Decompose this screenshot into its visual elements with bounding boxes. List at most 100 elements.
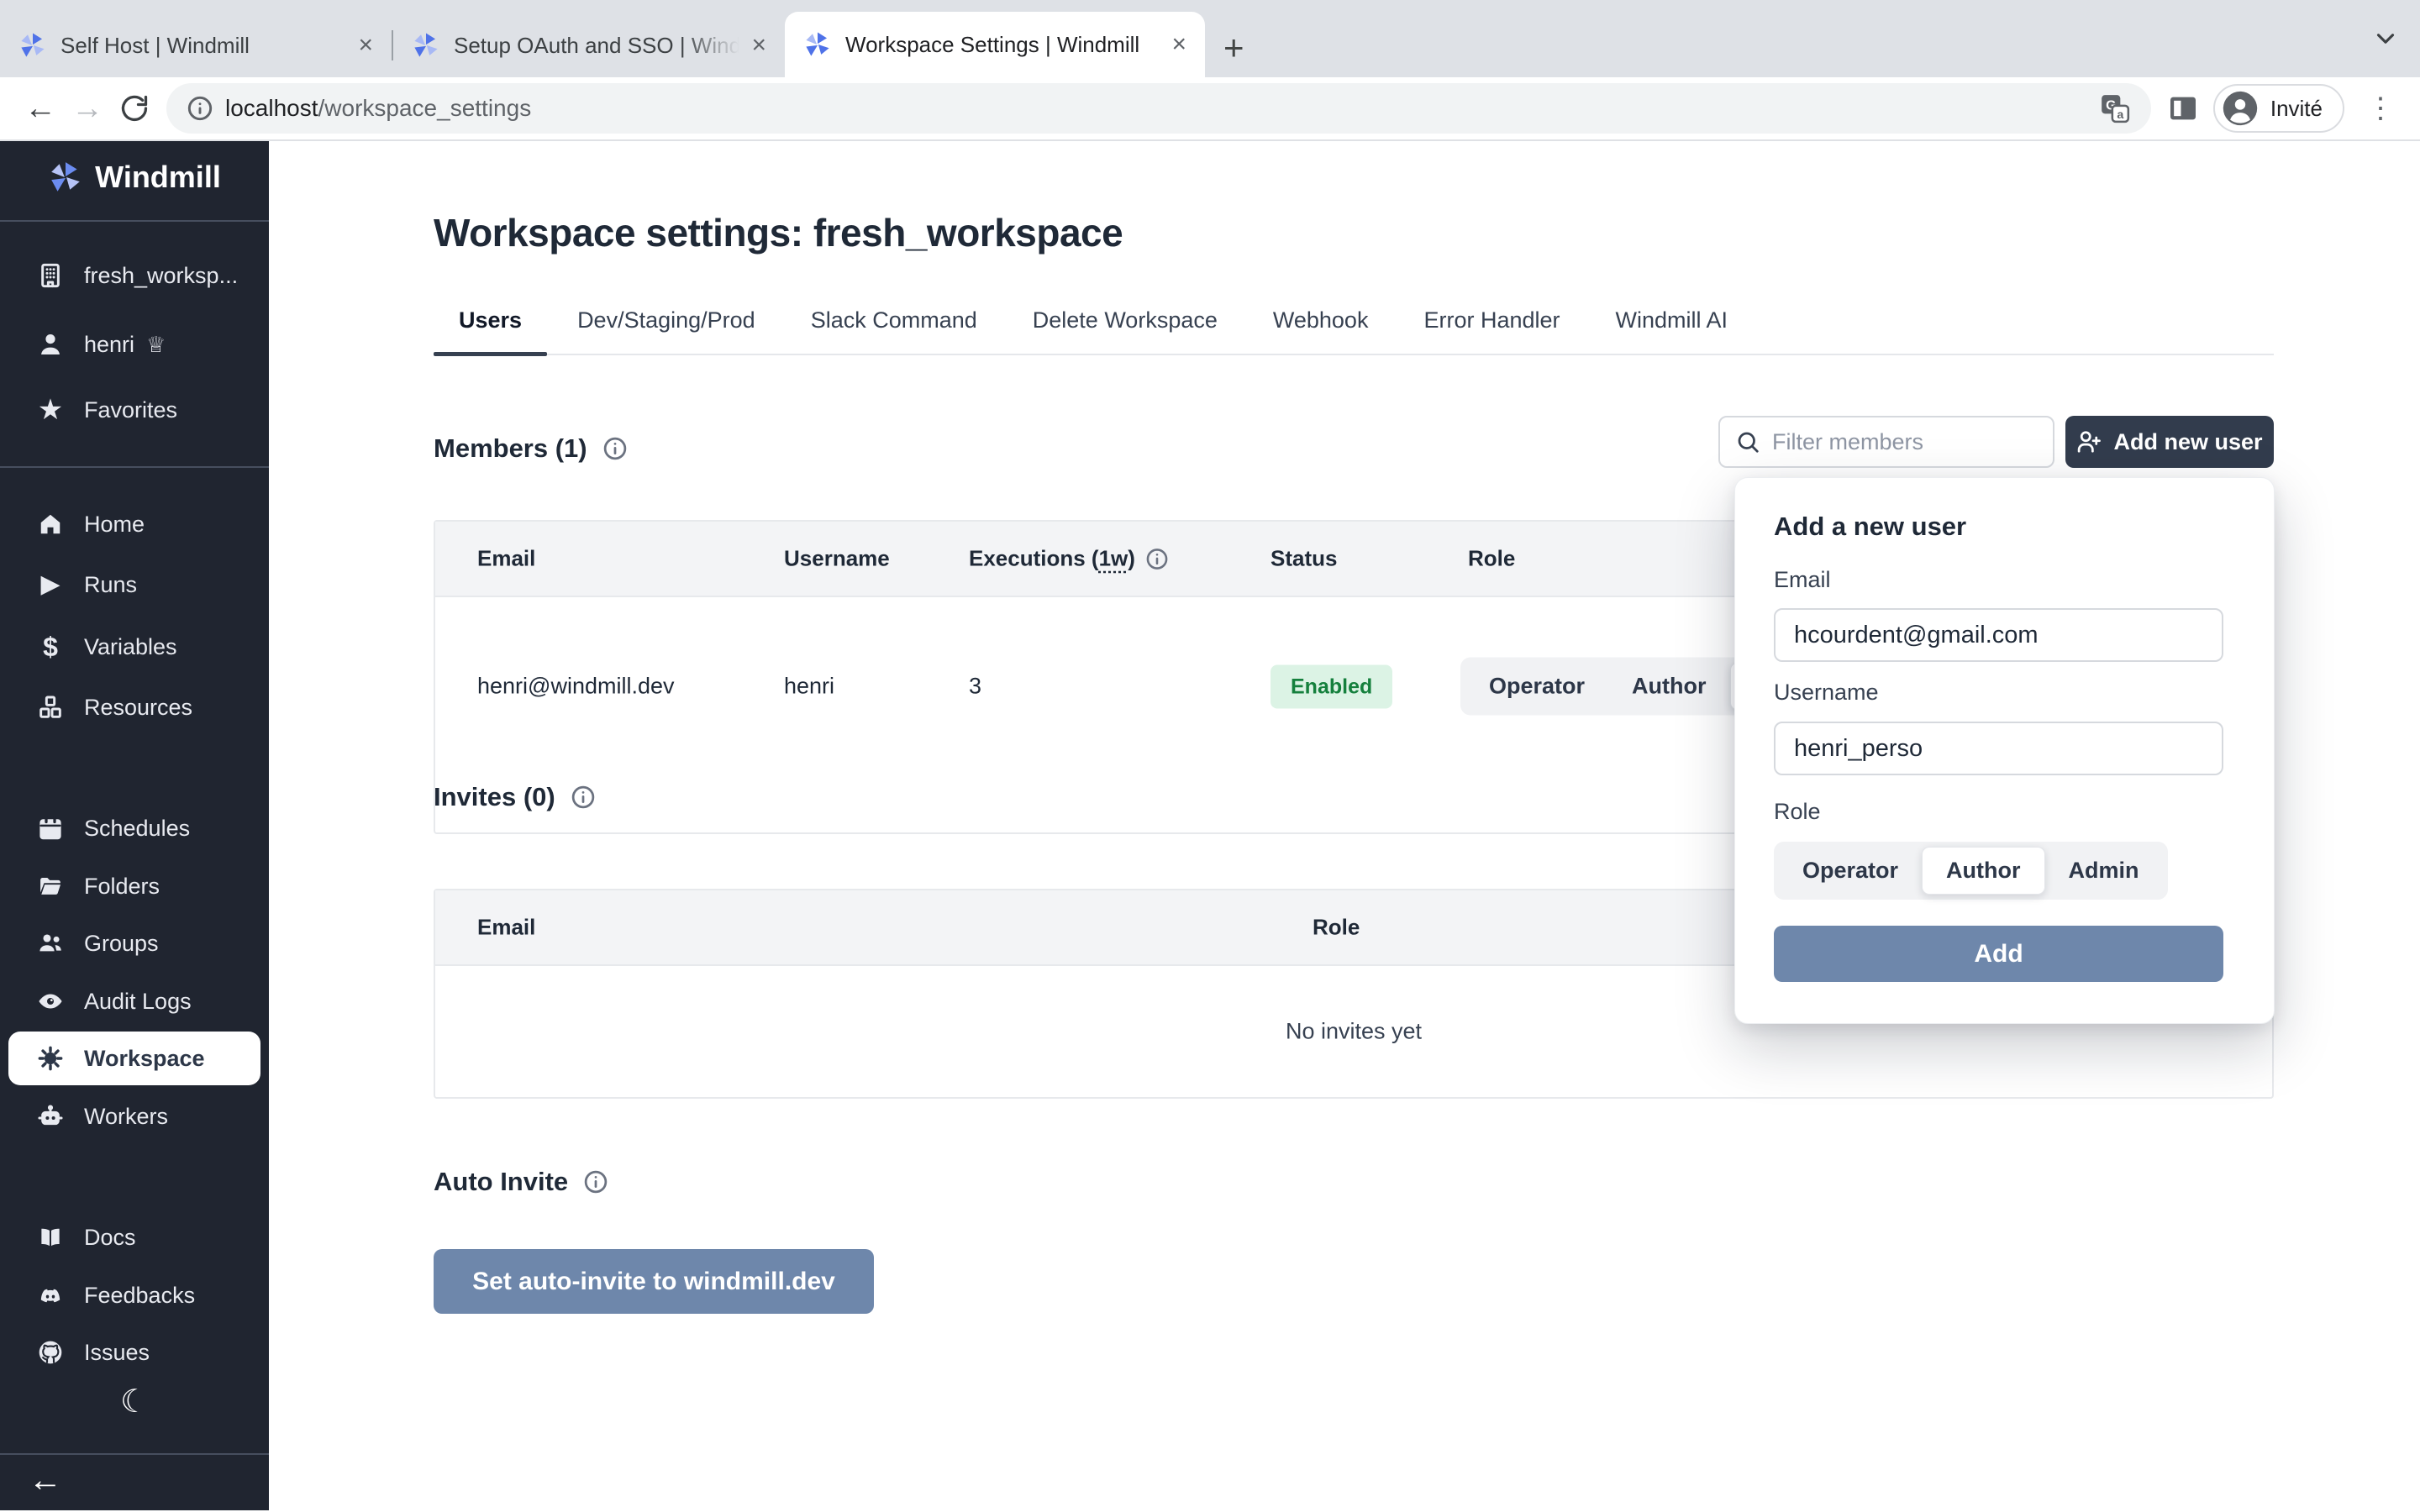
tab-search-chevron-icon[interactable] (2371, 24, 2400, 57)
role-operator-button[interactable]: Operator (1465, 664, 1608, 710)
building-icon (37, 262, 64, 289)
moon-icon: ☾ (120, 1383, 149, 1420)
invites-heading: Invites (0) (434, 782, 596, 812)
sidebar-item-favorites[interactable]: ★ Favorites (8, 383, 260, 437)
url-host: localhost (225, 95, 318, 121)
member-email: henri@windmill.dev (477, 674, 675, 700)
arrow-left-icon: ← (29, 1462, 62, 1499)
sidebar-item-label: Workers (84, 1104, 168, 1130)
sidebar-item-user[interactable]: henri ♕ (8, 318, 260, 371)
robot-icon (37, 1103, 64, 1130)
sidebar-item-home[interactable]: Home (8, 497, 260, 551)
tab-dev-staging-prod[interactable]: Dev/Staging/Prod (552, 307, 781, 354)
browser-tab-self-host[interactable]: Self Host | Windmill × (0, 13, 392, 77)
sidebar-item-label: Folders (84, 874, 160, 900)
tab-close-icon[interactable]: × (358, 33, 373, 58)
divider (0, 466, 269, 468)
calendar-icon (37, 815, 64, 842)
col-email: Email (477, 915, 535, 941)
site-info-icon[interactable] (187, 95, 213, 122)
gear-icon (37, 1045, 64, 1072)
tab-webhook[interactable]: Webhook (1248, 307, 1394, 354)
sidebar-item-label: Runs (84, 572, 137, 598)
brand-name: Windmill (95, 160, 221, 195)
sidebar-item-audit-logs[interactable]: Audit Logs (8, 974, 260, 1028)
tab-slack-command[interactable]: Slack Command (786, 307, 1002, 354)
back-button[interactable]: ← (17, 85, 64, 132)
member-executions: 3 (969, 674, 981, 700)
sidebar-item-label: Audit Logs (84, 989, 192, 1015)
tab-windmill-ai[interactable]: Windmill AI (1591, 307, 1754, 354)
browser-profile-button[interactable]: Invité (2213, 84, 2344, 133)
new-tab-button[interactable]: + (1223, 30, 1244, 66)
sidebar-item-workers[interactable]: Workers (8, 1089, 260, 1143)
sidebar-item-runs[interactable]: ▶ Runs (8, 558, 260, 612)
sidebar-item-groups[interactable]: Groups (8, 916, 260, 970)
add-button[interactable]: Add (1774, 926, 2223, 982)
sidebar-item-label: Favorites (84, 397, 177, 423)
email-label: Email (1774, 567, 1831, 593)
info-icon[interactable] (602, 436, 628, 461)
url-path: /workspace_settings (318, 95, 532, 121)
browser-toolbar: ← → localhost/workspace_settings Ga Invi… (0, 77, 2420, 141)
folder-icon (37, 873, 64, 900)
sidebar-item-folders[interactable]: Folders (8, 859, 260, 913)
dark-mode-toggle[interactable]: ☾ (0, 1383, 269, 1420)
sidebar-item-label: Feedbacks (84, 1283, 195, 1309)
reload-button[interactable] (111, 85, 158, 132)
sidebar-item-label: Schedules (84, 816, 190, 842)
sidebar-item-label: Issues (84, 1340, 150, 1366)
windmill-logo[interactable]: Windmill (0, 160, 269, 195)
side-panel-icon[interactable] (2166, 92, 2200, 125)
tab-title: Self Host | Windmill (60, 33, 346, 59)
tab-close-icon[interactable]: × (751, 33, 766, 58)
sidebar-item-workspace-switcher[interactable]: fresh_worksp... (8, 249, 260, 302)
translate-icon[interactable]: Ga (2099, 92, 2131, 124)
tab-close-icon[interactable]: × (1171, 32, 1186, 57)
role-label: Role (1774, 799, 1821, 825)
profile-name: Invité (2270, 96, 2323, 122)
browser-tab-oauth-sso[interactable]: Setup OAuth and SSO | Windm × (393, 13, 785, 77)
role-admin-button[interactable]: Admin (2045, 848, 2163, 894)
info-icon[interactable] (571, 785, 596, 810)
browser-tab-workspace-settings[interactable]: Workspace Settings | Windmill × (785, 12, 1205, 77)
address-bar[interactable]: localhost/workspace_settings Ga (166, 83, 2151, 134)
sidebar-item-variables[interactable]: $ Variables (8, 620, 260, 674)
sidebar-item-docs[interactable]: Docs (8, 1210, 260, 1264)
sidebar-item-label: Workspace (84, 1046, 205, 1072)
play-icon: ▶ (37, 571, 64, 598)
windmill-logo-icon (48, 160, 83, 195)
add-new-user-button[interactable]: Add new user (2065, 416, 2274, 468)
home-icon (37, 511, 64, 538)
browser-menu-icon[interactable]: ⋮ (2358, 92, 2403, 125)
col-email: Email (477, 546, 535, 572)
filter-members-input[interactable] (1772, 429, 2038, 455)
info-icon[interactable] (583, 1169, 608, 1194)
settings-tabs: Users Dev/Staging/Prod Slack Command Del… (434, 307, 2274, 355)
sidebar-item-schedules[interactable]: Schedules (8, 801, 260, 855)
user-icon (37, 331, 64, 358)
divider (0, 1453, 269, 1455)
role-author-button[interactable]: Author (1608, 664, 1729, 710)
sidebar-item-feedbacks[interactable]: Feedbacks (8, 1268, 260, 1322)
status-badge: Enabled (1270, 665, 1392, 709)
sidebar-item-workspace[interactable]: Workspace (8, 1032, 260, 1085)
role-author-button[interactable]: Author (1922, 847, 2044, 895)
username-field[interactable] (1774, 722, 2223, 775)
collapse-sidebar-button[interactable]: ← (29, 1462, 62, 1499)
tab-error-handler[interactable]: Error Handler (1398, 307, 1585, 354)
add-user-popover: Add a new user Email Username Role Opera… (1734, 477, 2275, 1024)
sidebar-item-issues[interactable]: Issues (8, 1326, 260, 1379)
tab-users[interactable]: Users (434, 307, 547, 354)
windmill-favicon-icon (18, 31, 47, 60)
member-username: henri (784, 674, 834, 700)
users-group-icon (37, 930, 64, 957)
info-icon[interactable] (1145, 547, 1169, 570)
set-auto-invite-button[interactable]: Set auto-invite to windmill.dev (434, 1249, 874, 1314)
role-operator-button[interactable]: Operator (1779, 848, 1922, 894)
sidebar-item-resources[interactable]: Resources (8, 680, 260, 734)
email-field[interactable] (1774, 608, 2223, 662)
forward-button: → (64, 85, 111, 132)
book-icon (37, 1224, 64, 1251)
tab-delete-workspace[interactable]: Delete Workspace (1007, 307, 1243, 354)
